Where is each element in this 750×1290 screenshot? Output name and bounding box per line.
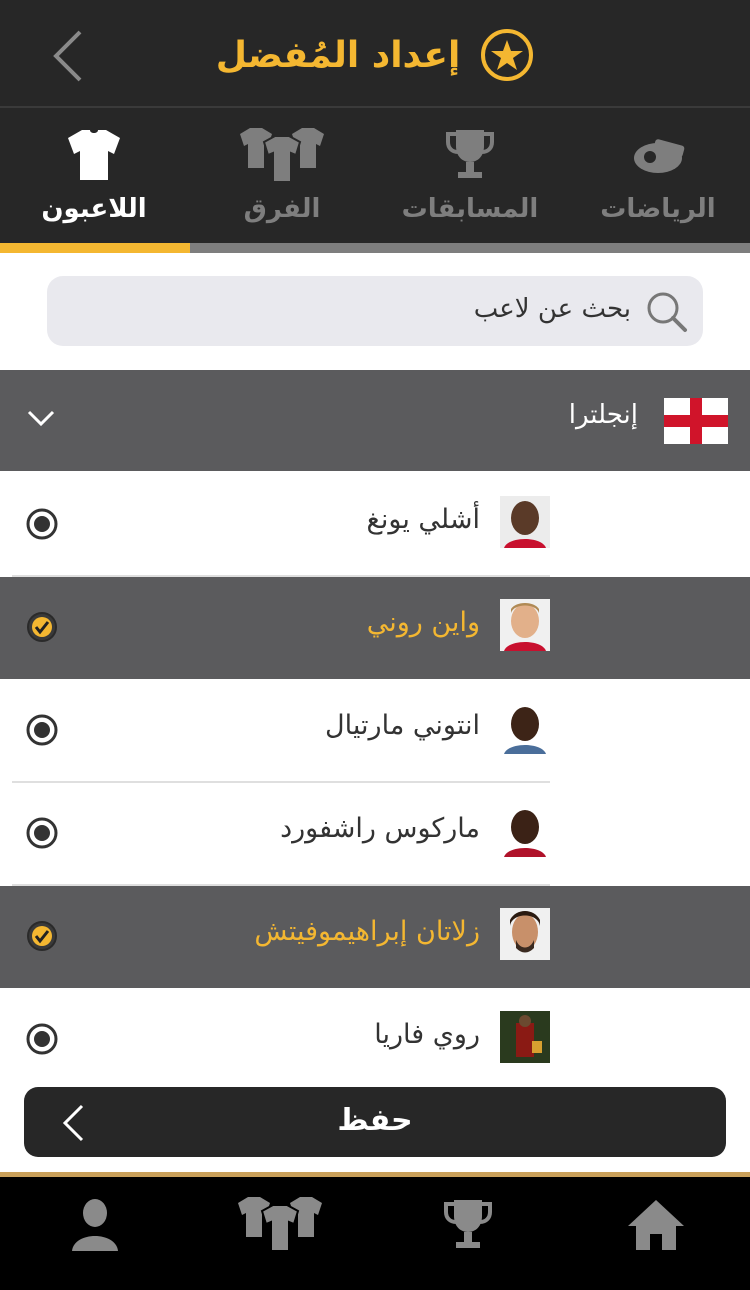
page-title: إعداد المُفضل <box>215 34 461 76</box>
profile-icon <box>72 1199 118 1251</box>
radio-unselected-icon[interactable] <box>26 508 58 540</box>
tab-indicator-track <box>0 243 750 253</box>
player-name: أشلي يونغ <box>366 504 481 535</box>
player-photo <box>500 599 550 651</box>
star-icon <box>481 29 534 81</box>
nav-competitions[interactable] <box>436 1189 500 1259</box>
player-photo <box>500 496 550 548</box>
tab-label: الفرق <box>243 194 321 224</box>
player-name: واين روني <box>366 607 480 638</box>
player-row[interactable]: روي فاريا <box>0 989 750 1079</box>
player-row[interactable]: ماركوس راشفورد <box>0 783 750 887</box>
player-photo <box>500 702 550 754</box>
tab-label: المسابقات <box>401 194 539 224</box>
tab-sports[interactable]: الرياضات <box>564 108 750 243</box>
save-label: حفظ <box>337 1103 413 1138</box>
chevron-down-icon[interactable] <box>26 406 56 430</box>
nav-teams[interactable] <box>230 1189 330 1259</box>
search-icon <box>647 292 687 332</box>
radio-unselected-icon[interactable] <box>26 1023 58 1055</box>
player-row[interactable]: أشلي يونغ <box>0 474 750 578</box>
tab-teams[interactable]: الفرق <box>188 108 376 243</box>
tab-label: الرياضات <box>600 194 716 224</box>
home-icon <box>628 1200 684 1250</box>
trophy-icon <box>446 130 494 178</box>
nav-profile[interactable] <box>60 1189 130 1259</box>
player-photo <box>500 908 550 960</box>
england-flag-icon <box>664 398 728 444</box>
player-name: انتوني مارتيال <box>325 710 480 741</box>
search-player-input[interactable]: بحث عن لاعب <box>47 276 703 346</box>
player-name: ماركوس راشفورد <box>280 813 480 844</box>
player-row-selected[interactable]: زلاتان إبراهيموفيتش <box>0 886 750 988</box>
radio-unselected-icon[interactable] <box>26 817 58 849</box>
country-group-header[interactable]: إنجلترا <box>0 370 750 471</box>
tab-label: اللاعبون <box>41 194 147 224</box>
trophy-icon <box>444 1200 492 1248</box>
player-name: روي فاريا <box>374 1019 480 1050</box>
bottom-navigation <box>0 1177 750 1290</box>
player-photo <box>500 805 550 857</box>
tab-players[interactable]: اللاعبون <box>0 108 188 243</box>
country-label: إنجلترا <box>568 400 638 430</box>
team-shirts-icon <box>240 128 324 183</box>
tab-competitions[interactable]: المسابقات <box>376 108 564 243</box>
radio-unselected-icon[interactable] <box>26 714 58 746</box>
search-placeholder: بحث عن لاعب <box>473 294 631 324</box>
shirt-icon <box>68 130 120 180</box>
check-selected-icon[interactable] <box>26 611 58 643</box>
player-name: زلاتان إبراهيموفيتش <box>254 916 480 947</box>
nav-home[interactable] <box>624 1189 688 1259</box>
active-tab-indicator <box>0 243 190 253</box>
whistle-icon <box>634 139 685 173</box>
teams-icon <box>238 1197 322 1252</box>
category-tabs: الرياضات المسابقات الفرق اللاعبون <box>0 108 750 253</box>
save-button[interactable]: حفظ <box>24 1087 726 1157</box>
player-row[interactable]: انتوني مارتيال <box>0 680 750 784</box>
check-selected-icon[interactable] <box>26 920 58 952</box>
player-photo <box>500 1011 550 1063</box>
player-row-selected[interactable]: واين روني <box>0 577 750 679</box>
app-header: إعداد المُفضل <box>0 0 750 108</box>
